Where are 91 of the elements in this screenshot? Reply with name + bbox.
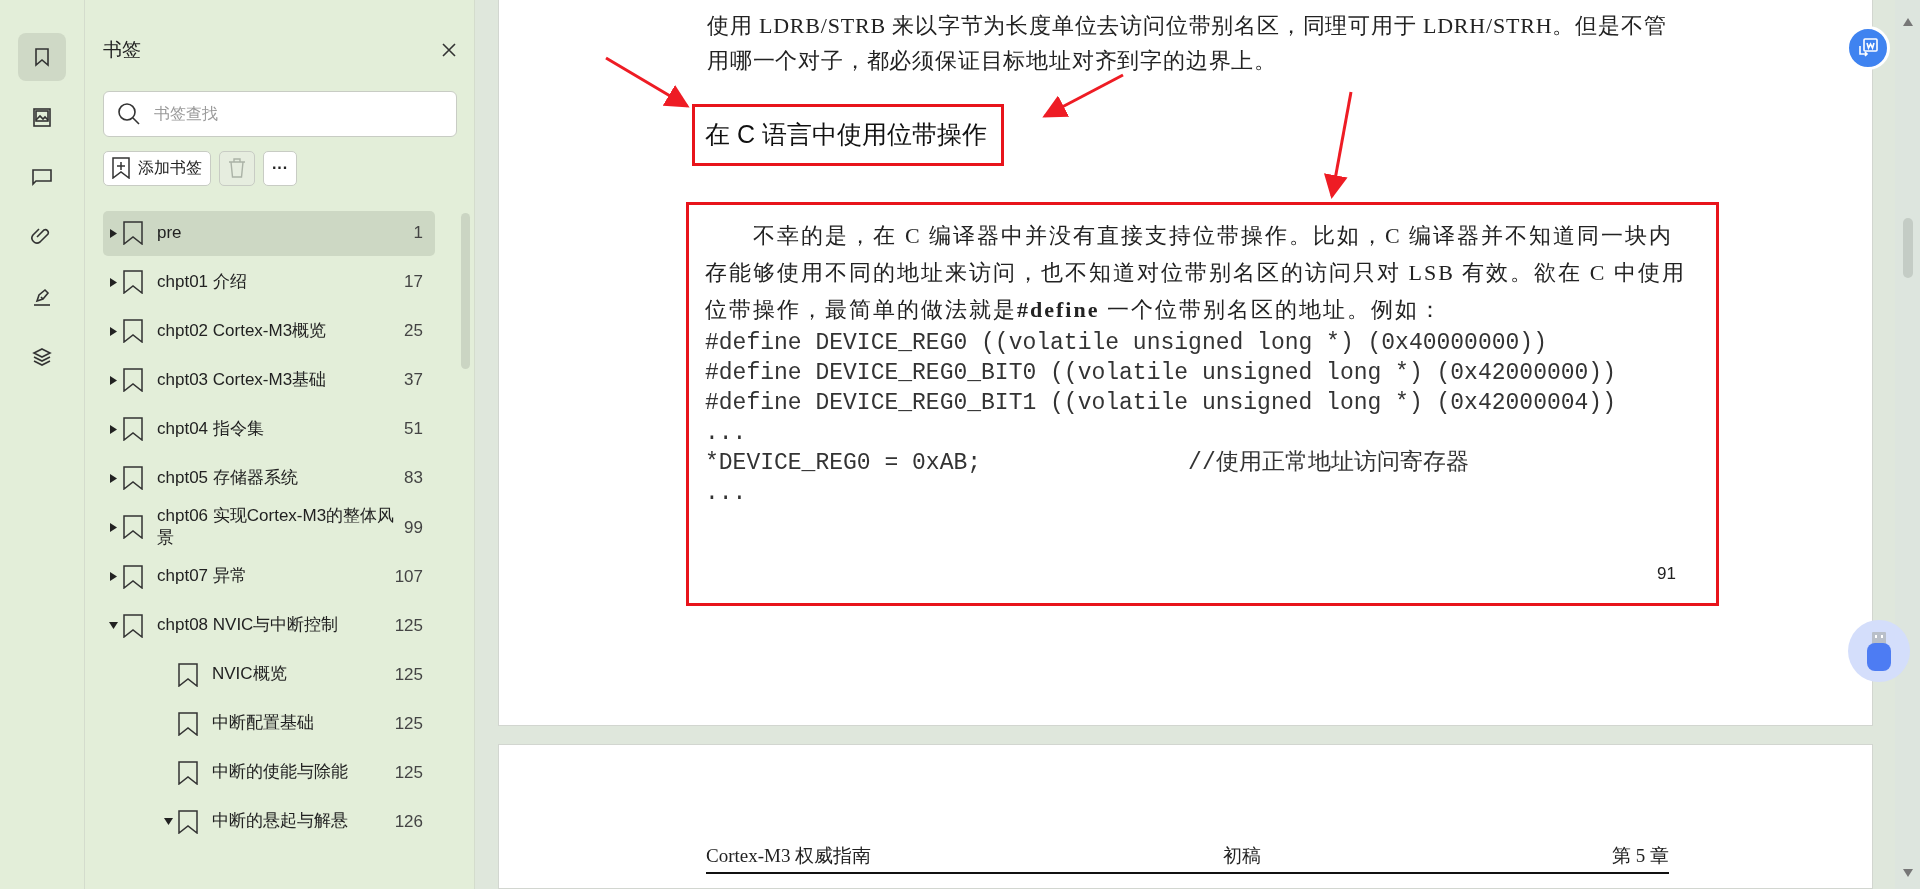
bookmark-add-icon: [112, 157, 130, 179]
close-button[interactable]: [441, 42, 457, 59]
bookmark-icon: [178, 711, 198, 736]
more-button[interactable]: ···: [263, 150, 297, 186]
page-number: 1: [413, 222, 423, 245]
page-number: 25: [404, 320, 423, 343]
page-number: 125: [394, 664, 423, 687]
page-number: 126: [394, 811, 423, 834]
code-line: *DEVICE_REG0 = 0xAB; //使用正常地址访问寄存器: [705, 448, 1470, 478]
bookmark-icon: [123, 319, 143, 343]
bookmark-item[interactable]: 中断的使能与除能 125: [103, 750, 435, 796]
usb-drive-icon: [1864, 630, 1894, 672]
bookmark-item[interactable]: chpt07 异常 107: [103, 554, 435, 600]
bookmark-title: NVIC概览: [211, 663, 288, 686]
image-icon: [31, 106, 53, 128]
expand-icon[interactable]: [108, 424, 118, 434]
bookmark-title: chpt06 实现Cortex-M3的整体风景: [156, 504, 396, 550]
bookmark-title: pre: [156, 221, 183, 244]
paragraph: 不幸的是，在 C 编译器中并没有直接支持位带操作。比如，C 编译器并不知道同一块内存能够使用不同的地址来访问，也不知道对位带别名区的访问只对 LSB 有效。欲在 C 中使用位带操作，最简单的做法就是#define 一个位带别名区的地址。例如：: [705, 221, 1688, 324]
collapse-icon[interactable]: [108, 621, 118, 631]
page-number: 125: [394, 762, 423, 785]
add-bookmark-button[interactable]: 添加书签: [103, 150, 211, 186]
bookmark-icon: [178, 760, 198, 785]
bookmark-icon: [123, 515, 143, 540]
page-number: 99: [404, 516, 423, 539]
bookmark-icon: [123, 368, 143, 392]
page-number: 125: [394, 615, 423, 638]
bookmark-title: chpt04 指令集: [156, 417, 265, 440]
page-number: 107: [394, 566, 423, 589]
bookmark-icon: [123, 270, 143, 294]
expand-icon[interactable]: [108, 522, 118, 532]
bookmark-item[interactable]: 中断配置基础 125: [103, 701, 435, 747]
collapse-icon[interactable]: [163, 817, 173, 827]
section-heading: 在 C 语言中使用位带操作: [692, 104, 1004, 166]
comment-icon: [31, 166, 53, 188]
bookmark-title: chpt01 介绍: [156, 270, 248, 293]
bookmark-item[interactable]: chpt01 介绍 17: [103, 259, 435, 305]
bookmark-item[interactable]: pre 1: [103, 210, 435, 256]
bookmark-icon: [178, 809, 198, 834]
code-line: #define DEVICE_REG0_BIT1 ((volatile unsigned long *) (0x42000004)): [705, 388, 1617, 418]
page-number: 51: [404, 418, 423, 441]
expand-icon[interactable]: [108, 473, 118, 483]
bookmark-title: chpt03 Cortex-M3基础: [156, 368, 328, 391]
bookmark-icon: [123, 221, 143, 245]
page-number: 83: [404, 467, 423, 490]
paragraph: 使用 LDRB/STRB 来以字节为长度单位去访问位带别名区，同理可用于 LDRH/STRH。但是不管用哪一个对子，都必须保证目标地址对齐到字的边界上。: [707, 12, 1668, 75]
running-header: 初稿: [1222, 843, 1261, 868]
layers-icon: [31, 346, 53, 368]
code-line: #define DEVICE_REG0 ((volatile unsigned long *) (0x40000000)): [705, 328, 1548, 358]
page-number: 17: [404, 271, 423, 294]
expand-icon[interactable]: [108, 277, 118, 287]
bookmark-title: chpt02 Cortex-M3概览: [156, 319, 328, 342]
bookmark-icon: [123, 466, 143, 490]
bookmark-title: 中断配置基础: [211, 712, 315, 735]
bookmark-item[interactable]: chpt03 Cortex-M3基础 37: [103, 357, 435, 403]
page-number: 125: [394, 713, 423, 736]
bookmark-title: chpt07 异常: [156, 565, 248, 588]
scroll-up-icon[interactable]: [1902, 18, 1913, 26]
bookmark-item[interactable]: 中断的悬起与解悬 126: [103, 799, 435, 845]
scrollbar-thumb[interactable]: [461, 213, 470, 369]
bookmark-icon: [123, 613, 143, 638]
expand-icon[interactable]: [108, 228, 118, 238]
trash-icon: [228, 158, 246, 178]
bookmark-icon: [178, 662, 198, 687]
bookmark-item[interactable]: chpt02 Cortex-M3概览 25: [103, 308, 435, 354]
page-number: 91: [1657, 563, 1676, 585]
bookmark-item[interactable]: NVIC概览 125: [103, 652, 435, 698]
scroll-down-icon[interactable]: [1902, 869, 1913, 877]
expand-icon[interactable]: [108, 572, 118, 582]
page-number: 37: [404, 369, 423, 392]
code-line: ...: [705, 418, 748, 448]
bookmark-item[interactable]: chpt05 存储器系统 83: [103, 455, 435, 501]
bookmark-item[interactable]: chpt04 指令集 51: [103, 406, 435, 452]
search-field[interactable]: 书签查找: [103, 90, 457, 137]
code-line: #define DEVICE_REG0_BIT0 ((volatile unsigned long *) (0x42000000)): [705, 358, 1617, 388]
expand-icon[interactable]: [108, 326, 118, 336]
pen-icon: [31, 286, 53, 308]
bookmark-tab[interactable]: [18, 33, 66, 81]
code-line: ...: [705, 478, 748, 508]
bookmark-title: 中断的悬起与解悬: [211, 810, 349, 833]
bookmark-title: chpt08 NVIC与中断控制: [156, 614, 340, 637]
running-header: Cortex-M3 权威指南: [706, 843, 872, 868]
bookmark-title: 中断的使能与除能: [211, 761, 349, 784]
sidebar-title: 书签: [103, 38, 141, 62]
running-header: 第 5 章: [1612, 843, 1669, 868]
bookmark-icon: [123, 564, 143, 589]
bookmark-title: chpt05 存储器系统: [156, 466, 299, 489]
expand-icon[interactable]: [108, 375, 118, 385]
scrollbar-thumb[interactable]: [1902, 217, 1913, 278]
bookmark-icon: [123, 417, 143, 441]
bookmark-item[interactable]: chpt08 NVIC与中断控制 125: [103, 603, 435, 649]
